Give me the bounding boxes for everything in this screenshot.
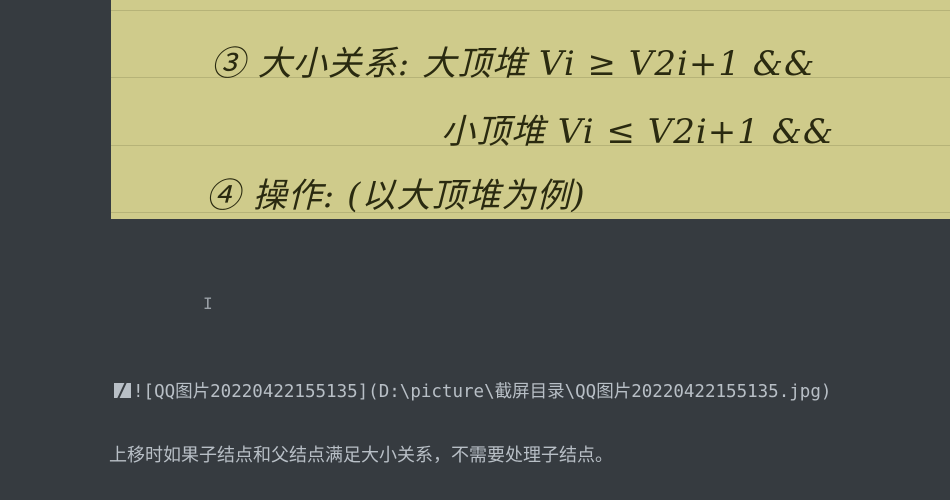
text-cursor-icon: I — [203, 294, 213, 313]
ruled-line — [111, 10, 950, 11]
image-source-text[interactable]: ![QQ图片20220422155135](D:\picture\截屏目录\QQ… — [133, 378, 831, 403]
image-markdown-source[interactable]: ![QQ图片20220422155135](D:\picture\截屏目录\QQ… — [114, 378, 831, 403]
paragraph-text[interactable]: 上移时如果子结点和父结点满足大小关系，不需要处理子结点。 — [109, 441, 613, 467]
note-line-operation: ④ 操作: (以大顶堆为例) — [206, 176, 586, 216]
note-line-size-relation: ③ 大小关系: 大顶堆 Vi ≥ V2i+1 && — [211, 44, 816, 84]
note-line-min-heap: 小顶堆 Vi ≤ V2i+1 && — [441, 112, 835, 152]
handwritten-note-image: ③ 大小关系: 大顶堆 Vi ≥ V2i+1 && 小顶堆 Vi ≤ V2i+1… — [111, 0, 950, 219]
broken-image-icon — [114, 383, 131, 398]
